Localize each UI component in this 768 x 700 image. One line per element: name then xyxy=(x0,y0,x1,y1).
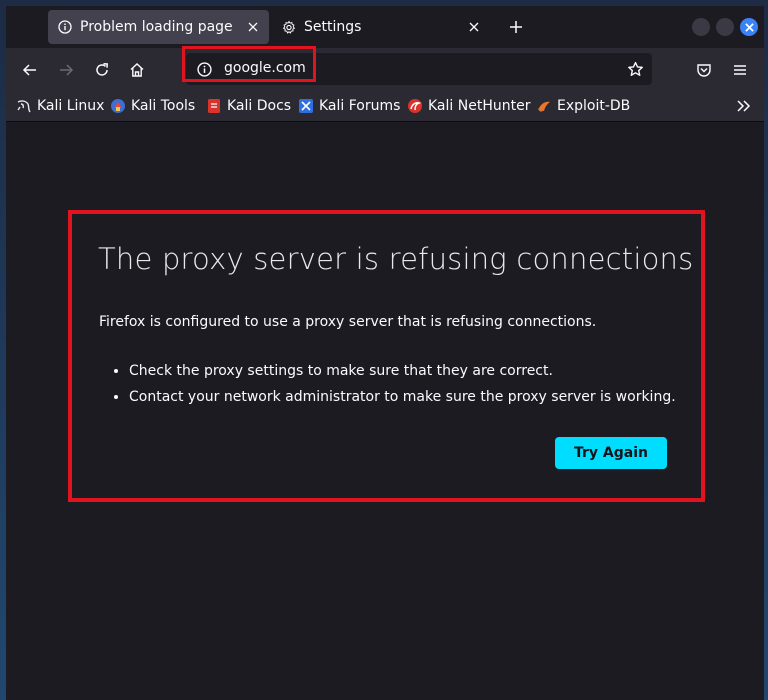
close-icon xyxy=(744,22,754,32)
home-icon xyxy=(130,63,144,77)
navigation-toolbar: google.com xyxy=(6,48,764,90)
bookmark-label: Kali Docs xyxy=(227,98,292,114)
tab-strip: Problem loading page Settings xyxy=(6,6,764,48)
kali-forums-icon xyxy=(298,98,314,114)
hamburger-menu-icon xyxy=(734,65,746,75)
bookmarks-toolbar: Kali Linux Kali Tools Kali Docs Kali For… xyxy=(6,90,764,122)
pocket-button[interactable] xyxy=(690,56,718,84)
menu-button[interactable] xyxy=(726,56,754,84)
bookmark-exploit-db[interactable]: Exploit-DB xyxy=(536,96,630,116)
maximize-button[interactable] xyxy=(716,18,734,36)
error-highlight-box xyxy=(68,210,705,502)
bookmark-kali-linux[interactable]: Kali Linux xyxy=(16,96,104,116)
browser-window: Problem loading page Settings google.com… xyxy=(6,6,764,700)
reload-icon xyxy=(96,63,108,76)
url-highlight-box xyxy=(182,46,316,82)
window-controls xyxy=(692,18,758,36)
minimize-button[interactable] xyxy=(692,18,710,36)
tab-label: Settings xyxy=(304,19,362,35)
back-arrow-icon xyxy=(22,64,36,76)
kali-nethunter-icon xyxy=(407,98,423,114)
pocket-icon xyxy=(697,64,711,77)
bookmark-label: Kali Forums xyxy=(319,98,401,114)
plus-icon xyxy=(510,21,522,33)
bookmark-label: Kali NetHunter xyxy=(428,98,531,114)
bookmark-label: Exploit-DB xyxy=(557,98,631,114)
kali-dragon-icon xyxy=(16,98,32,114)
kali-tools-icon xyxy=(110,98,126,114)
bookmark-kali-forums[interactable]: Kali Forums xyxy=(298,96,400,116)
more-bookmarks-chevron-icon[interactable] xyxy=(734,96,754,116)
bookmark-kali-docs[interactable]: Kali Docs xyxy=(206,96,291,116)
close-window-button[interactable] xyxy=(740,18,758,36)
forward-button[interactable] xyxy=(52,56,80,84)
back-button[interactable] xyxy=(16,56,44,84)
kali-docs-icon xyxy=(206,98,222,114)
forward-arrow-icon xyxy=(60,64,74,76)
info-icon xyxy=(58,20,72,34)
home-button[interactable] xyxy=(123,56,151,84)
gear-icon xyxy=(282,20,296,34)
close-tab-icon[interactable] xyxy=(241,15,265,39)
bookmark-kali-nethunter[interactable]: Kali NetHunter xyxy=(407,96,530,116)
bookmark-kali-tools[interactable]: Kali Tools xyxy=(110,96,195,116)
close-tab-icon[interactable] xyxy=(462,15,486,39)
exploit-db-icon xyxy=(536,98,552,114)
tab-problem-loading-page[interactable]: Problem loading page xyxy=(48,10,269,44)
tab-settings[interactable]: Settings xyxy=(272,10,490,44)
bookmark-label: Kali Linux xyxy=(37,98,105,114)
tab-label: Problem loading page xyxy=(80,19,233,35)
new-tab-button[interactable] xyxy=(504,15,528,39)
bookmark-star-icon[interactable] xyxy=(626,60,644,78)
reload-button[interactable] xyxy=(88,56,116,84)
bookmark-label: Kali Tools xyxy=(131,98,196,114)
